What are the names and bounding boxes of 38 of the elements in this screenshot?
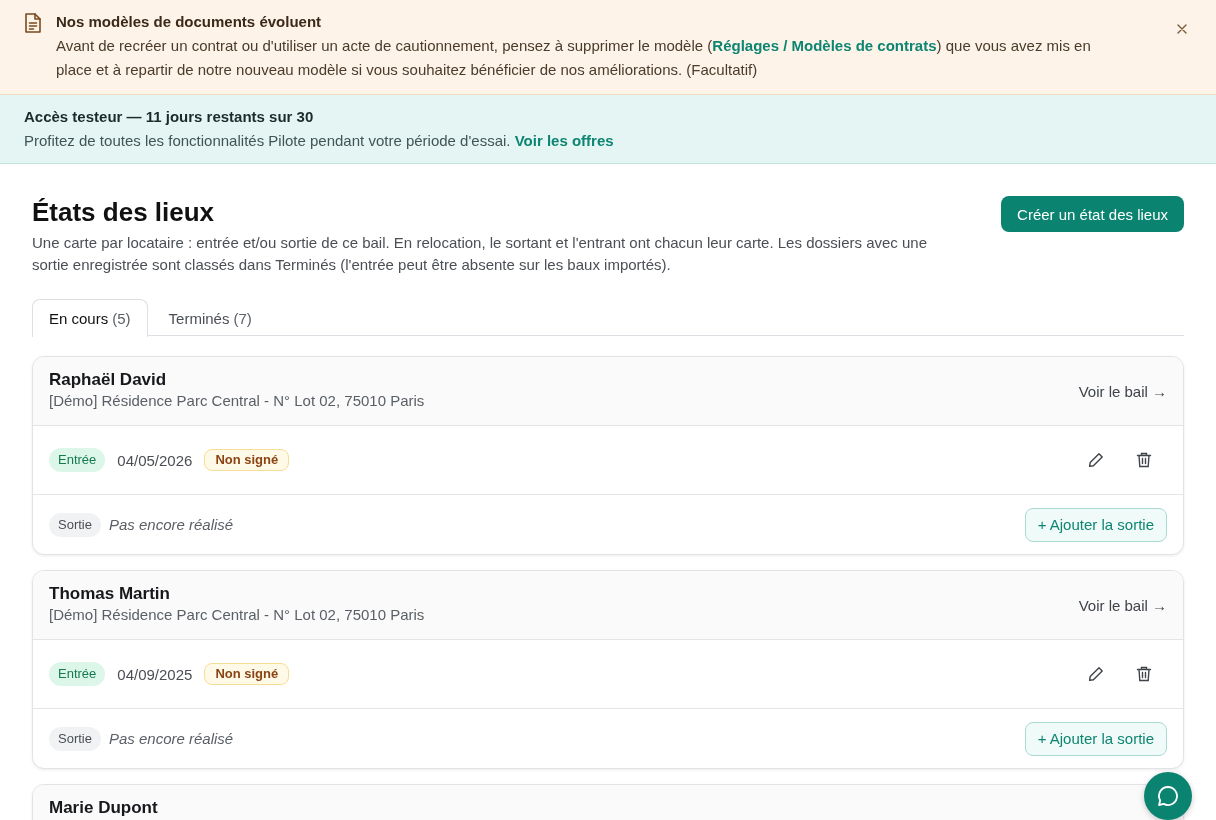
speech-bubble-icon	[1157, 785, 1179, 807]
add-exit-button[interactable]: + Ajouter la sortie	[1024, 507, 1167, 542]
offers-link[interactable]: Voir les offres	[514, 132, 614, 149]
exit-status-text: Pas encore réalisé	[108, 730, 234, 747]
view-lease-link[interactable]: Voir le bail →	[1078, 382, 1167, 400]
exit-badge: Sortie	[49, 726, 101, 751]
status-badge: Non signé	[204, 663, 290, 685]
settings-link[interactable]: Réglages / Modèles de contrats	[712, 37, 937, 54]
page-title: États des lieux	[32, 196, 216, 228]
close-icon	[1177, 24, 1187, 34]
entry-date: 04/05/2026	[117, 451, 193, 469]
pencil-icon	[1088, 452, 1104, 468]
entry-badge: Entrée	[49, 448, 106, 472]
add-exit-button[interactable]: + Ajouter la sortie	[1024, 721, 1167, 756]
entry-date: 04/09/2025	[117, 665, 193, 683]
create-button[interactable]: Créer un état des lieux	[1001, 196, 1184, 232]
exit-badge: Sortie	[49, 512, 101, 537]
notice-title: Nos modèles de documents évoluent	[56, 12, 323, 32]
page-description: Une carte par locataire : entrée et/ou sortie de ce bail. En relocation, le sortant et l'entrant ont chacun leur carte. Les dossiers avec une sortie enregistrée sont classés dans Terminés (l'entrée peut être absente sur les baux importés).	[32, 233, 929, 275]
trash-icon	[1136, 452, 1152, 468]
entry-badge: Entrée	[49, 662, 106, 686]
property-address: [Démo] Résidence Parc Central - N° Lot 02, 75010 Paris	[49, 391, 425, 411]
trash-icon	[1136, 666, 1152, 682]
status-badge: Non signé	[204, 449, 290, 471]
view-lease-link[interactable]: Voir le bail →	[1078, 596, 1167, 614]
notice-text: Avant de recréer un contrat ou d'utiliser un acte de cautionnement, pensez à supprimer le modèle (Réglages / Modèles de contrats) que vous avez mis en place et à repartir de notre nouveau modèle si vous souhaitez bénéficier de nos améliorations. (Facultatif)	[56, 36, 1092, 80]
tab[interactable]: Terminés (7)	[151, 299, 269, 336]
pencil-icon	[1088, 666, 1104, 682]
tab[interactable]: En cours (5)	[32, 299, 148, 337]
tenant-name: Raphaël David	[49, 370, 168, 390]
exit-status-text: Pas encore réalisé	[108, 516, 234, 533]
document-icon	[24, 13, 42, 33]
property-address: [Démo] Résidence Parc Central - N° Lot 02, 75010 Paris	[49, 605, 425, 625]
trial-text: Profitez de toutes les fonctionnalités Pilote pendant votre période d'essai. Voir les offres	[24, 131, 615, 151]
tenant-name: Thomas Martin	[49, 584, 171, 604]
trial-title: Accès testeur — 11 jours restants sur 30	[24, 107, 315, 127]
chat-button[interactable]	[1144, 772, 1192, 820]
tenant-name: Marie Dupont	[49, 798, 158, 818]
